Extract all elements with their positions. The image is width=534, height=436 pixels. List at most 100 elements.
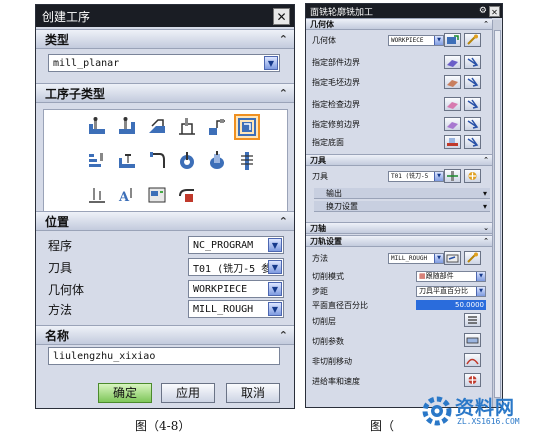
operation-subtype-grid: A bbox=[43, 109, 288, 217]
tool-select[interactable]: T01 (铣刀-5 参 ▼ bbox=[188, 258, 284, 276]
collapse-icon: ⌃ bbox=[278, 214, 288, 228]
section-location-header[interactable]: 位置 ⌃ bbox=[36, 211, 294, 231]
expand-icon: ⌄ bbox=[483, 224, 489, 232]
percent-row: 平面直径百分比 50.0000 bbox=[312, 300, 486, 310]
show-floor-icon[interactable] bbox=[464, 135, 481, 149]
boss-milling-icon[interactable] bbox=[206, 150, 228, 172]
section-tool-header[interactable]: 刀具 ⌃ bbox=[306, 154, 492, 166]
tool-change-subsection[interactable]: 换刀设置 ▾ bbox=[314, 201, 490, 212]
dialog-title: 面铣轮廓铣加工 bbox=[310, 7, 374, 18]
create-operation-dialog: 创建工序 ✕ 类型 ⌃ mill_planar ▼ 工序子类型 ⌃ A 位置 ⌃… bbox=[35, 4, 295, 409]
non-cutting-button[interactable] bbox=[464, 353, 481, 367]
cleanup-corners-icon[interactable] bbox=[234, 114, 260, 140]
select-trim-boundary-button[interactable] bbox=[444, 117, 461, 131]
name-input[interactable]: liulengzhu_xixiao bbox=[48, 347, 280, 365]
type-select[interactable]: mill_planar ▼ bbox=[48, 54, 280, 72]
close-icon[interactable]: ✕ bbox=[489, 5, 500, 17]
chevron-down-icon: ▼ bbox=[268, 282, 282, 296]
section-axis-header[interactable]: 刀轴 ⌄ bbox=[306, 222, 492, 234]
chevron-down-icon: ▼ bbox=[264, 56, 278, 70]
geometry-select[interactable]: WORKPIECE ▼ bbox=[388, 34, 444, 46]
face-milling-area-icon[interactable] bbox=[146, 116, 168, 138]
watermark-text: 资料网 bbox=[455, 397, 516, 419]
chevron-down-icon: ▾ bbox=[482, 188, 487, 198]
section-name-header[interactable]: 名称 ⌃ bbox=[36, 325, 294, 345]
pattern-icon: ▦ bbox=[419, 271, 426, 280]
dialog-titlebar: 创建工序 ✕ bbox=[36, 5, 294, 27]
program-row: 程序 NC_PROGRAM ▼ bbox=[48, 235, 288, 255]
method-select[interactable]: MILL_ROUGH ▼ bbox=[388, 252, 444, 264]
vertical-scrollbar[interactable] bbox=[492, 20, 501, 407]
cut-pattern-select[interactable]: ▦跟随部件 ▼ bbox=[416, 270, 486, 282]
edit-tool-button[interactable] bbox=[444, 169, 461, 183]
collapse-icon: ⌃ bbox=[483, 156, 489, 164]
mill-control-icon[interactable] bbox=[146, 184, 168, 206]
cut-levels-button[interactable] bbox=[464, 313, 481, 327]
collapse-icon: ⌃ bbox=[278, 328, 288, 342]
select-blank-boundary-button[interactable] bbox=[444, 75, 461, 89]
new-geometry-button[interactable] bbox=[444, 33, 461, 47]
dialog-titlebar: 面铣轮廓铣加工 ⚙ ✕ bbox=[306, 4, 502, 18]
chevron-down-icon: ▼ bbox=[476, 271, 485, 281]
new-tool-button[interactable] bbox=[464, 169, 481, 183]
section-type-header[interactable]: 类型 ⌃ bbox=[36, 29, 294, 49]
scrollbar-thumb[interactable] bbox=[494, 30, 501, 398]
feeds-speeds-button[interactable] bbox=[464, 373, 481, 387]
gear-icon[interactable]: ⚙ bbox=[479, 6, 487, 16]
chevron-down-icon: ▼ bbox=[434, 35, 443, 45]
collapse-icon: ⌃ bbox=[483, 20, 489, 28]
select-floor-button[interactable] bbox=[444, 135, 461, 149]
close-icon[interactable]: ✕ bbox=[273, 7, 290, 25]
figure-caption-right: 图（ bbox=[370, 419, 395, 433]
planar-mill-icon[interactable] bbox=[176, 116, 198, 138]
floor-wall-ipw-icon[interactable] bbox=[116, 116, 138, 138]
planar-profile-icon[interactable] bbox=[206, 116, 228, 138]
groove-milling-icon[interactable] bbox=[146, 150, 168, 172]
section-path-settings-header[interactable]: 刀轨设置 ⌃ bbox=[306, 235, 492, 247]
tool-row: 刀具 T01 (铣刀-5 参 ▼ bbox=[48, 257, 288, 277]
output-subsection[interactable]: 输出 ▾ bbox=[314, 188, 490, 199]
chevron-down-icon: ▼ bbox=[434, 171, 443, 181]
thread-milling-icon[interactable] bbox=[236, 150, 258, 172]
section-geometry-header[interactable]: 几何体 ⌃ bbox=[306, 18, 492, 30]
select-check-boundary-button[interactable] bbox=[444, 97, 461, 111]
geometry-select[interactable]: WORKPIECE ▼ bbox=[188, 280, 284, 298]
collapse-icon: ⌃ bbox=[483, 237, 489, 245]
finish-walls-icon[interactable] bbox=[86, 150, 108, 172]
chevron-down-icon: ▼ bbox=[476, 286, 485, 296]
method-select[interactable]: MILL_ROUGH ▼ bbox=[188, 300, 284, 318]
cut-pattern-row: 切削模式 ▦跟随部件 ▼ bbox=[312, 268, 492, 284]
show-trim-boundary-icon[interactable] bbox=[464, 117, 481, 131]
select-part-boundary-button[interactable] bbox=[444, 55, 461, 69]
hole-milling-icon[interactable] bbox=[176, 150, 198, 172]
new-method-button[interactable] bbox=[464, 251, 481, 265]
show-part-boundary-icon[interactable] bbox=[464, 55, 481, 69]
edit-geometry-button[interactable] bbox=[464, 33, 481, 47]
planar-text-icon[interactable] bbox=[86, 184, 108, 206]
edit-method-button[interactable] bbox=[444, 251, 461, 265]
finish-floor-icon[interactable] bbox=[116, 150, 138, 172]
ok-button[interactable]: 确定 bbox=[98, 383, 152, 403]
cut-params-button[interactable] bbox=[464, 333, 481, 347]
geometry-row: 几何体 WORKPIECE ▼ bbox=[48, 279, 288, 299]
chevron-down-icon: ▼ bbox=[268, 302, 282, 316]
section-subtype-header[interactable]: 工序子类型 ⌃ bbox=[36, 83, 294, 103]
apply-button[interactable]: 应用 bbox=[161, 383, 215, 403]
stepover-select[interactable]: 刀具平直百分比 ▼ bbox=[416, 285, 486, 297]
mill-user-icon[interactable] bbox=[176, 184, 198, 206]
watermark-logo: 资料网 ZL.XS1616.COM bbox=[417, 390, 532, 434]
tool-select[interactable]: T01 (铣刀-5 ▼ bbox=[388, 170, 444, 182]
floor-wall-op-icon[interactable] bbox=[86, 116, 108, 138]
svg-text:A: A bbox=[118, 190, 130, 205]
collapse-icon: ⌃ bbox=[278, 32, 288, 46]
show-check-boundary-icon[interactable] bbox=[464, 97, 481, 111]
chevron-down-icon: ▼ bbox=[268, 260, 282, 274]
cancel-button[interactable]: 取消 bbox=[226, 383, 280, 403]
chevron-down-icon: ▼ bbox=[434, 253, 443, 263]
percent-input[interactable]: 50.0000 bbox=[416, 300, 486, 310]
show-blank-boundary-icon[interactable] bbox=[464, 75, 481, 89]
program-select[interactable]: NC_PROGRAM ▼ bbox=[188, 236, 284, 254]
figure-caption-left: 图（4-8） bbox=[135, 419, 191, 433]
dialog-title: 创建工序 bbox=[42, 9, 91, 24]
text-engraving-icon[interactable]: A bbox=[116, 184, 138, 206]
